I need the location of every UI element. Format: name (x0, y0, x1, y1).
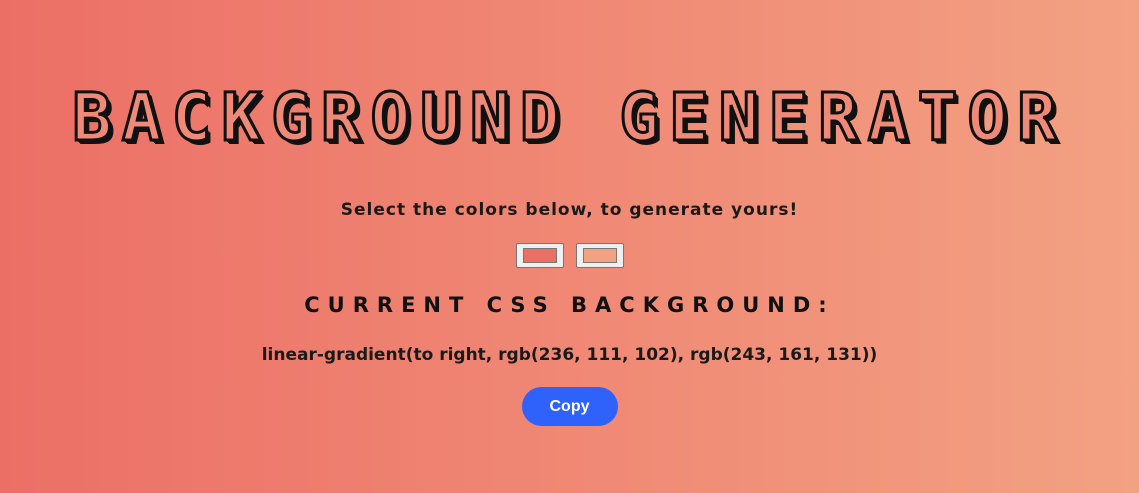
color-picker-1[interactable] (515, 243, 564, 268)
color-swatch-1 (522, 248, 557, 263)
copy-container: Copy (0, 387, 1139, 426)
copy-button[interactable]: Copy (521, 387, 618, 426)
subtitle: Select the colors below, to generate you… (340, 200, 799, 220)
current-css-heading: CURRENT CSS BACKGROUND: (304, 293, 835, 317)
page: BACKGROUND GENERATOR Select the colors b… (0, 0, 1139, 493)
color-swatch-2 (582, 248, 617, 263)
page-title: BACKGROUND GENERATOR (71, 78, 1067, 157)
color-picker-2[interactable] (575, 243, 624, 268)
css-output: linear-gradient(to right, rgb(236, 111, … (261, 345, 878, 365)
color-pickers (0, 243, 1139, 268)
